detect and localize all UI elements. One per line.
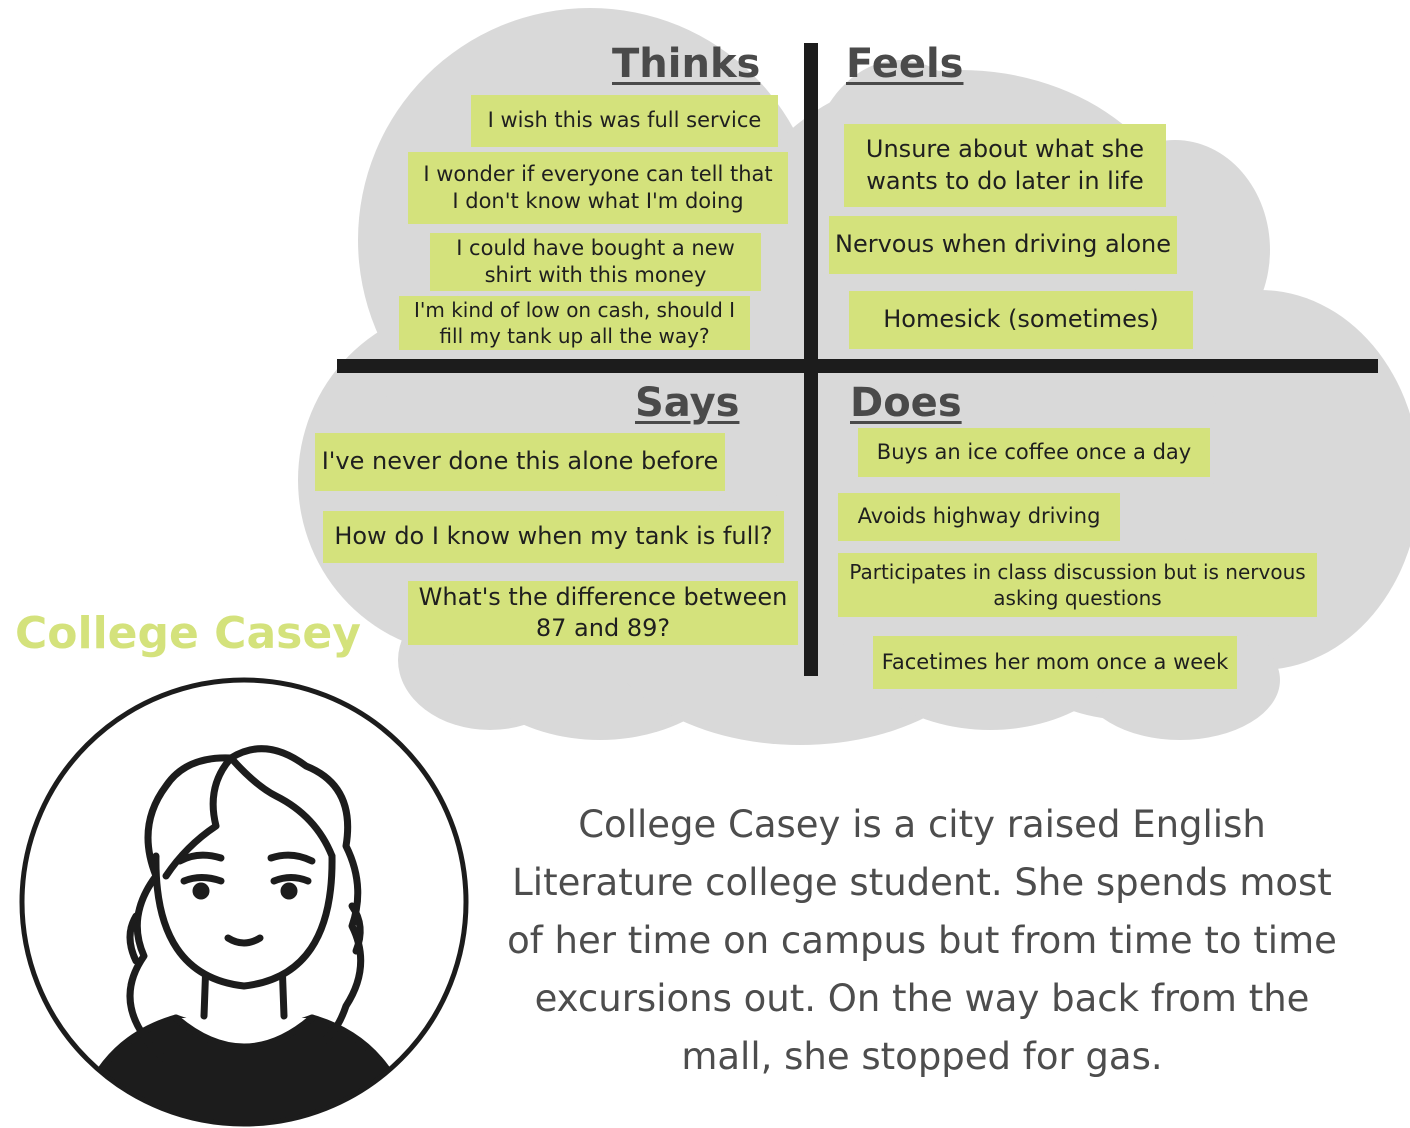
persona-description: College Casey is a city raised English L… bbox=[507, 803, 1337, 1078]
sticky-note-feels-2: Nervous when driving alone bbox=[829, 216, 1177, 274]
persona-avatar-icon bbox=[19, 677, 469, 1127]
sticky-note-thinks-1: I wish this was full service bbox=[471, 95, 778, 147]
sticky-note-does-1: Buys an ice coffee once a day bbox=[858, 428, 1210, 477]
sticky-note-does-3: Participates in class discussion but is … bbox=[838, 553, 1317, 617]
sticky-note-feels-1: Unsure about what she wants to do later … bbox=[844, 124, 1166, 207]
thinks-heading: Thinks bbox=[612, 41, 761, 87]
horizontal-divider bbox=[337, 359, 1378, 373]
sticky-note-does-2: Avoids highway driving bbox=[838, 493, 1120, 541]
persona-name: College Casey bbox=[15, 608, 361, 659]
sticky-note-says-2: How do I know when my tank is full? bbox=[323, 511, 784, 563]
sticky-note-does-4: Facetimes her mom once a week bbox=[873, 636, 1237, 689]
sticky-note-thinks-3: I could have bought a new shirt with thi… bbox=[430, 233, 761, 291]
sticky-note-says-1: I've never done this alone before bbox=[315, 433, 725, 491]
feels-heading: Feels bbox=[846, 41, 964, 87]
sticky-note-thinks-2: I wonder if everyone can tell that I don… bbox=[408, 152, 788, 224]
sticky-note-thinks-4: I'm kind of low on cash, should I fill m… bbox=[399, 296, 750, 350]
sticky-note-feels-3: Homesick (sometimes) bbox=[849, 291, 1193, 349]
says-heading: Says bbox=[635, 380, 740, 426]
sticky-note-says-3: What's the difference between 87 and 89? bbox=[408, 581, 798, 645]
does-heading: Does bbox=[850, 380, 962, 426]
